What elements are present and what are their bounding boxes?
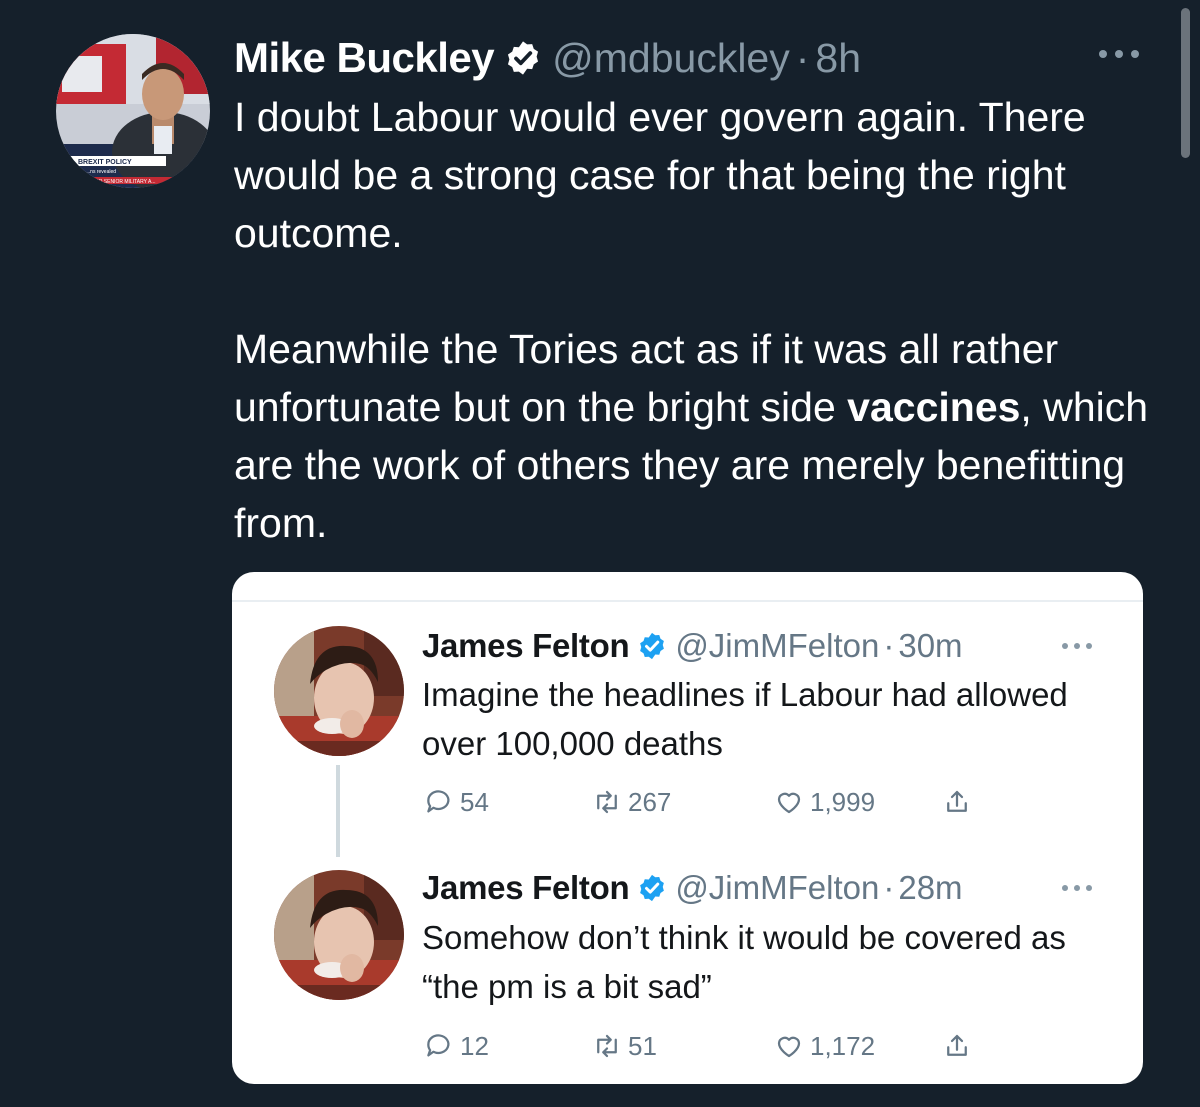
thread-connector-line	[336, 765, 340, 857]
reply-icon	[427, 1034, 450, 1057]
share-icon	[947, 790, 967, 812]
thread-tweet-2-handle[interactable]: @JimMFelton	[675, 869, 879, 907]
author-handle[interactable]: @mdbuckley	[552, 35, 790, 82]
avatar-photo: BREXIT POLICY ...ns revealed ...E CO SEN…	[56, 34, 210, 188]
thread-tweet-2-text: Somehow don’t think it would be covered …	[422, 919, 1066, 1005]
avatar-caption-line3: ...E CO SENIOR MILITARY A...	[86, 179, 155, 185]
author-name[interactable]: Mike Buckley	[234, 34, 495, 82]
separator-dot: ·	[883, 627, 895, 664]
separator-dot: ·	[795, 34, 810, 81]
thread-tweet-1-header: James Felton @JimMFelton · 30m	[422, 624, 963, 668]
avatar-james-felton[interactable]	[274, 626, 404, 756]
retweet-count: 51	[628, 1030, 657, 1061]
like-count: 1,172	[810, 1030, 876, 1061]
tweet-screen: BREXIT POLICY ...ns revealed ...E CO SEN…	[0, 0, 1200, 1107]
more-dots-icon[interactable]	[1060, 639, 1094, 653]
avatar-photo	[274, 870, 404, 1000]
verified-badge-icon	[640, 874, 665, 902]
like-button[interactable]: 1,999	[774, 784, 875, 820]
tweet-timestamp[interactable]: 8h	[815, 35, 861, 82]
avatar-caption-line1: BREXIT POLICY	[78, 159, 132, 166]
separator-dot: ·	[883, 869, 895, 906]
like-button[interactable]: 1,172	[774, 1028, 875, 1064]
avatar-james-felton[interactable]	[274, 870, 404, 1000]
thread-tweet-2-header: James Felton @JimMFelton · 28m	[422, 866, 963, 910]
tweet-paragraph-2-bold: vaccines	[847, 384, 1021, 430]
reply-count: 12	[460, 1030, 489, 1061]
share-button[interactable]	[942, 784, 978, 820]
thread-tweet-2-author[interactable]: James Felton	[422, 869, 630, 907]
tweet-text: I doubt Labour would ever govern again. …	[234, 88, 1174, 552]
verified-badge-icon	[508, 41, 539, 75]
scrollbar[interactable]	[1181, 8, 1190, 158]
thread-tweet-1-text: Imagine the headlines if Labour had allo…	[422, 676, 1068, 762]
reply-button[interactable]: 54	[424, 784, 489, 820]
verified-badge-icon	[640, 632, 665, 660]
thread-tweet-1-actions: 54 267 1,999	[424, 784, 1004, 820]
thread-tweet-2-actions: 12 51 1,172	[424, 1028, 1004, 1064]
more-dots-icon[interactable]	[1096, 44, 1142, 64]
retweet-count: 267	[628, 786, 672, 817]
card-divider	[232, 600, 1143, 602]
reply-button[interactable]: 12	[424, 1028, 489, 1064]
tweet-paragraph-2: Meanwhile the Tories act as if it was al…	[234, 320, 1174, 552]
retweet-icon	[597, 1034, 617, 1058]
share-button[interactable]	[942, 1028, 978, 1064]
thread-tweet-1-handle[interactable]: @JimMFelton	[675, 627, 879, 665]
tweet-header: Mike Buckley @mdbuckley · 8h	[234, 30, 861, 86]
embedded-image-card[interactable]: James Felton @JimMFelton · 30m Imagine t…	[232, 572, 1143, 1084]
like-count: 1,999	[810, 786, 876, 817]
retweet-button[interactable]: 51	[592, 1028, 657, 1064]
more-dots-icon[interactable]	[1060, 881, 1094, 895]
share-icon	[947, 1034, 967, 1056]
avatar-photo	[274, 626, 404, 756]
reply-count: 54	[460, 786, 489, 817]
thread-tweet-1-author[interactable]: James Felton	[422, 627, 630, 665]
retweet-icon	[597, 790, 617, 814]
avatar-mike-buckley[interactable]: BREXIT POLICY ...ns revealed ...E CO SEN…	[56, 34, 210, 188]
heart-icon	[777, 792, 801, 814]
avatar-caption-line2: ...ns revealed	[86, 169, 116, 175]
reply-icon	[427, 790, 450, 813]
retweet-button[interactable]: 267	[592, 784, 671, 820]
thread-tweet-1-timestamp[interactable]: 30m	[898, 627, 962, 665]
heart-icon	[777, 1036, 801, 1058]
tweet-paragraph-1: I doubt Labour would ever govern again. …	[234, 94, 1086, 256]
thread-tweet-2-timestamp[interactable]: 28m	[898, 869, 962, 907]
